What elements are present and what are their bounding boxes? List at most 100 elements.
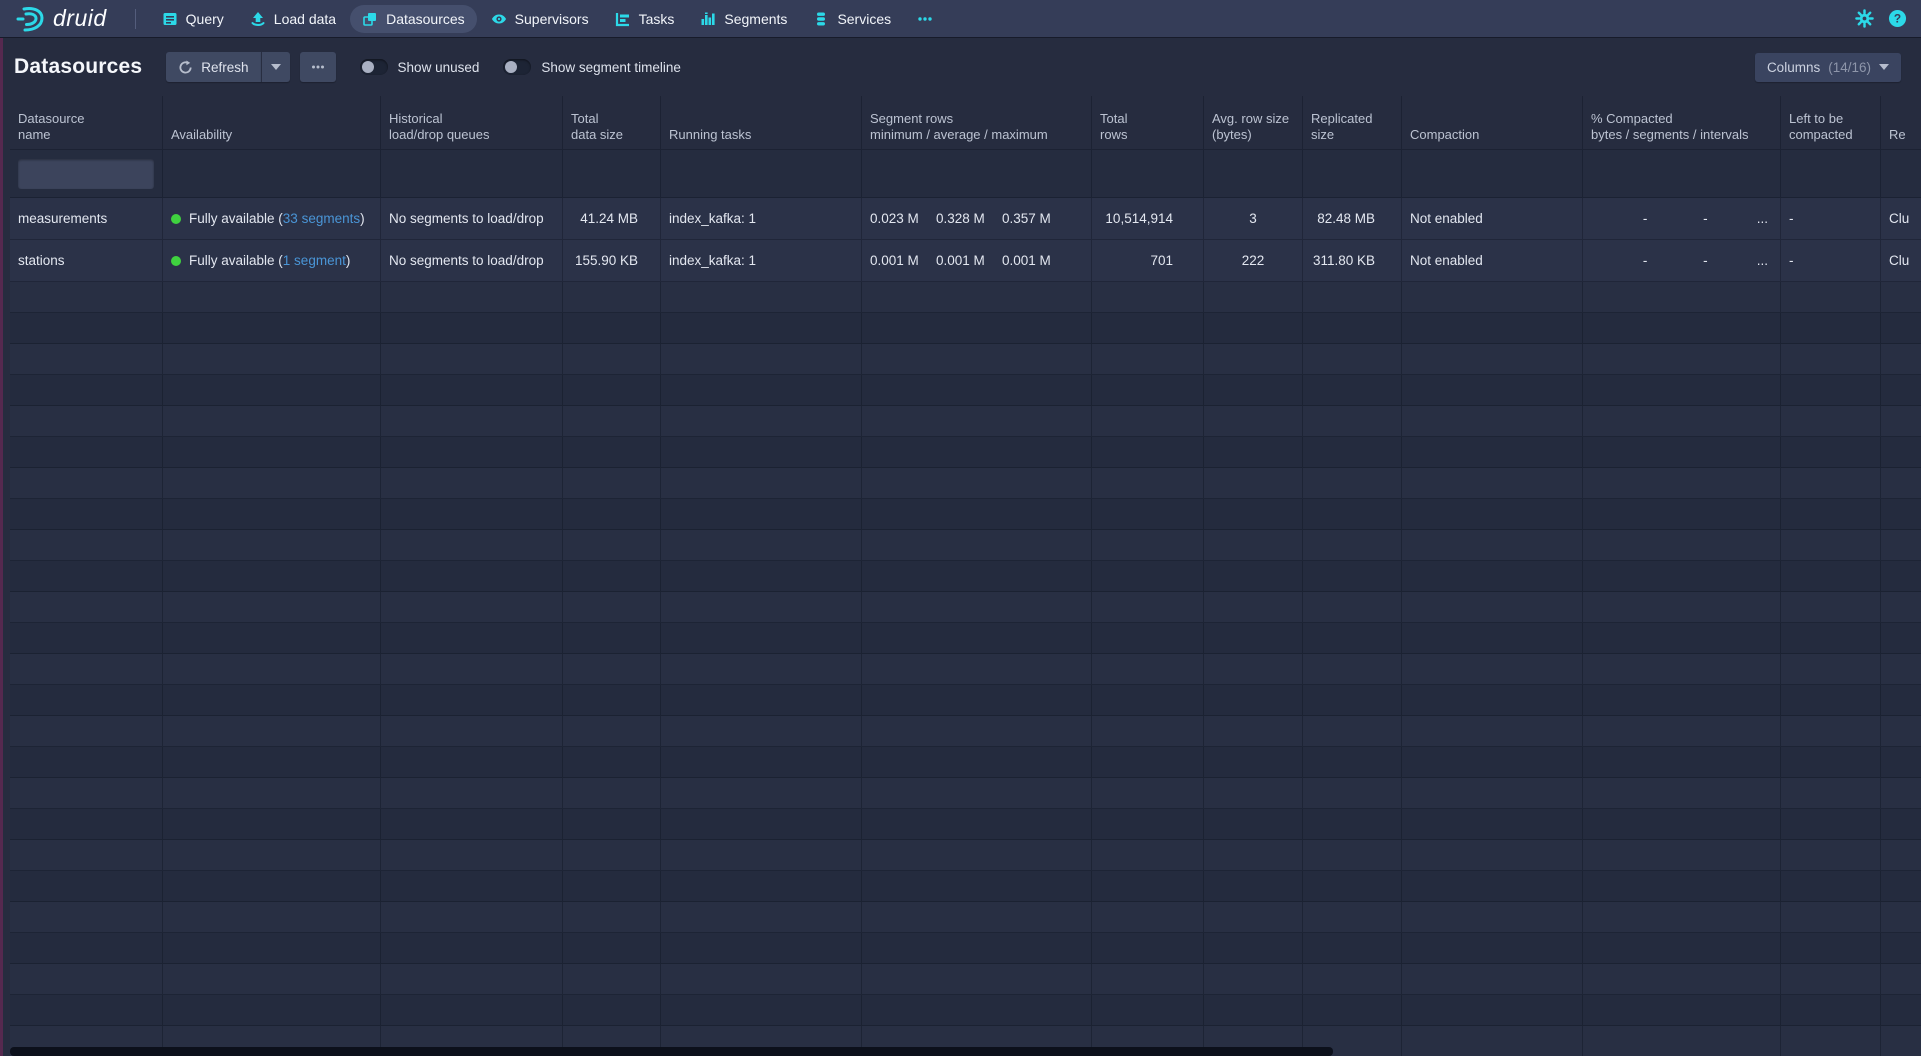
- help-icon[interactable]: ?: [1888, 9, 1907, 28]
- cell-totalrows[interactable]: 10,514,914: [1092, 198, 1204, 240]
- empty-row: [10, 437, 1921, 468]
- empty-cell: [10, 313, 163, 344]
- nav-item-services[interactable]: Services: [801, 5, 903, 33]
- nav-label: Supervisors: [515, 11, 589, 27]
- empty-cell: [381, 282, 563, 313]
- empty-cell: [1092, 623, 1204, 654]
- empty-cell: [1402, 499, 1583, 530]
- columns-selector-button[interactable]: Columns (14/16): [1755, 53, 1901, 82]
- cell-name[interactable]: stations: [10, 240, 163, 282]
- empty-cell: [1303, 964, 1402, 995]
- cell-segrows[interactable]: 0.001 M0.001 M0.001 M: [862, 240, 1092, 282]
- empty-cell: [1092, 313, 1204, 344]
- nav-item-load-data[interactable]: Load data: [238, 5, 348, 33]
- cell-tasks[interactable]: index_kafka: 1: [661, 198, 862, 240]
- empty-cell: [381, 654, 563, 685]
- filter-cell: [1092, 150, 1204, 198]
- segments-link[interactable]: 33 segments: [283, 211, 360, 226]
- segments-link[interactable]: 1 segment: [283, 253, 346, 268]
- cell-queues[interactable]: No segments to load/drop: [381, 198, 563, 240]
- cell-segrows[interactable]: 0.023 M0.328 M0.357 M: [862, 198, 1092, 240]
- settings-gear-icon[interactable]: [1855, 9, 1874, 28]
- column-header-compaction[interactable]: Compaction: [1402, 96, 1583, 150]
- column-header-replicated[interactable]: Replicatedsize: [1303, 96, 1402, 150]
- empty-cell: [1402, 623, 1583, 654]
- empty-cell: [862, 499, 1092, 530]
- column-header-segrows[interactable]: Segment rowsminimum / average / maximum: [862, 96, 1092, 150]
- cell-avgrow[interactable]: 222: [1204, 240, 1303, 282]
- horizontal-scrollbar-thumb[interactable]: [10, 1047, 1333, 1056]
- nav-item-datasources[interactable]: Datasources: [350, 5, 477, 33]
- cell-compaction[interactable]: Not enabled: [1402, 240, 1583, 282]
- cell-datasize[interactable]: 155.90 KB: [563, 240, 661, 282]
- nav-more-menu-button[interactable]: [905, 5, 945, 33]
- cell-left[interactable]: -: [1781, 240, 1881, 282]
- header-label: Running tasks: [669, 127, 751, 143]
- show-unused-toggle[interactable]: Show unused: [360, 59, 480, 75]
- refresh-button[interactable]: Refresh: [166, 52, 260, 82]
- empty-cell: [661, 561, 862, 592]
- cell-name[interactable]: measurements: [10, 198, 163, 240]
- empty-cell: [1092, 344, 1204, 375]
- column-header-left[interactable]: Left to becompacted: [1781, 96, 1881, 150]
- cell-pct[interactable]: --...: [1583, 240, 1781, 282]
- cell-retention[interactable]: Clu: [1881, 198, 1921, 240]
- druid-logo[interactable]: druid: [14, 5, 107, 33]
- column-header-queues[interactable]: Historicalload/drop queues: [381, 96, 563, 150]
- empty-cell: [1781, 840, 1881, 871]
- column-header-tasks[interactable]: Running tasks: [661, 96, 862, 150]
- empty-cell: [1092, 809, 1204, 840]
- nav-item-segments[interactable]: Segments: [688, 5, 799, 33]
- cell-left[interactable]: -: [1781, 198, 1881, 240]
- filter-cell: [1881, 150, 1921, 198]
- header-sublabel: bytes / segments / intervals: [1591, 127, 1749, 143]
- sub-value: 0.023 M: [870, 211, 936, 226]
- cell-text: -: [1789, 211, 1794, 226]
- cell-retention[interactable]: Clu: [1881, 240, 1921, 282]
- empty-cell: [1881, 344, 1921, 375]
- columns-count: (14/16): [1828, 60, 1871, 75]
- cell-replicated[interactable]: 82.48 MB: [1303, 198, 1402, 240]
- column-header-datasize[interactable]: Totaldata size: [563, 96, 661, 150]
- empty-row: [10, 964, 1921, 995]
- empty-cell: [1303, 902, 1402, 933]
- cell-datasize[interactable]: 41.24 MB: [563, 198, 661, 240]
- cell-totalrows[interactable]: 701: [1092, 240, 1204, 282]
- cell-replicated[interactable]: 311.80 KB: [1303, 240, 1402, 282]
- empty-cell: [1204, 530, 1303, 561]
- refresh-interval-dropdown-button[interactable]: [261, 52, 290, 82]
- empty-cell: [1303, 654, 1402, 685]
- cell-pct[interactable]: --...: [1583, 198, 1781, 240]
- empty-cell: [1204, 840, 1303, 871]
- toolbar-more-button[interactable]: [300, 52, 336, 82]
- column-header-avgrow[interactable]: Avg. row size(bytes): [1204, 96, 1303, 150]
- empty-cell: [1781, 716, 1881, 747]
- empty-cell: [1204, 871, 1303, 902]
- cell-avgrow[interactable]: 3: [1204, 198, 1303, 240]
- empty-cell: [661, 995, 862, 1026]
- nav-item-tasks[interactable]: Tasks: [603, 5, 687, 33]
- sub-value: 0.357 M: [1002, 211, 1068, 226]
- column-header-name[interactable]: Datasourcename: [10, 96, 163, 150]
- cell-compaction[interactable]: Not enabled: [1402, 198, 1583, 240]
- empty-cell: [661, 902, 862, 933]
- cell-queues[interactable]: No segments to load/drop: [381, 240, 563, 282]
- nav-item-query[interactable]: Query: [150, 5, 236, 33]
- empty-row: [10, 344, 1921, 375]
- show-segment-timeline-toggle[interactable]: Show segment timeline: [503, 59, 681, 75]
- empty-cell: [661, 933, 862, 964]
- column-header-totalrows[interactable]: Totalrows: [1092, 96, 1204, 150]
- empty-cell: [1583, 561, 1781, 592]
- cell-availability[interactable]: Fully available (1 segment): [163, 240, 381, 282]
- empty-row: [10, 623, 1921, 654]
- empty-row: [10, 871, 1921, 902]
- nav-item-supervisors[interactable]: Supervisors: [479, 5, 601, 33]
- cell-tasks[interactable]: index_kafka: 1: [661, 240, 862, 282]
- empty-cell: [862, 623, 1092, 654]
- cell-text: 222: [1242, 253, 1265, 268]
- column-header-pct[interactable]: % Compactedbytes / segments / intervals: [1583, 96, 1781, 150]
- column-header-availability[interactable]: Availability: [163, 96, 381, 150]
- datasource-filter-input[interactable]: [18, 159, 154, 189]
- column-header-retention[interactable]: Re: [1881, 96, 1921, 150]
- cell-availability[interactable]: Fully available (33 segments): [163, 198, 381, 240]
